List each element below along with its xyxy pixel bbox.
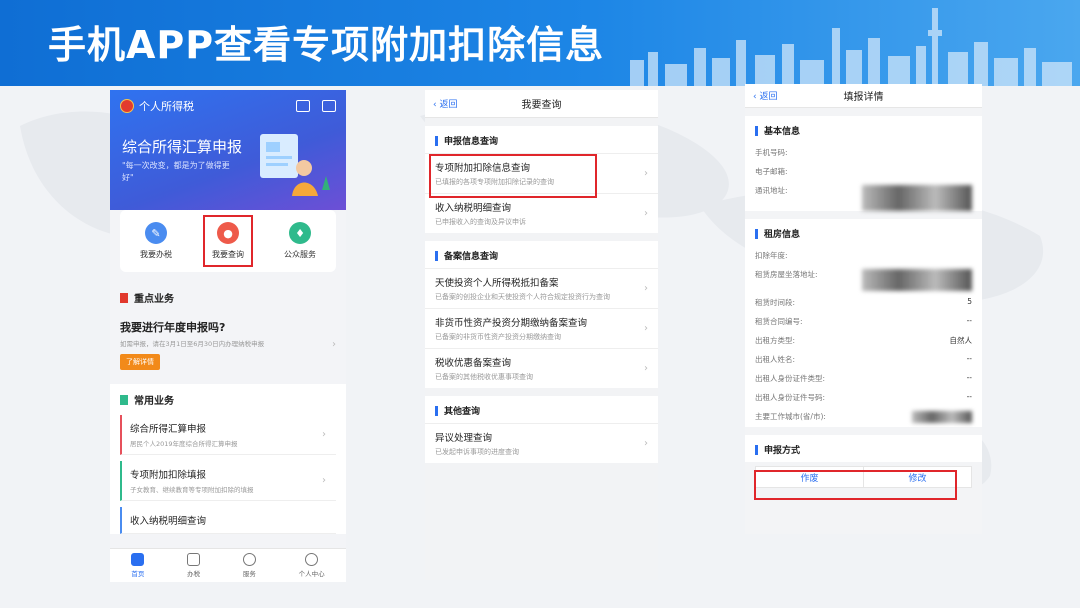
- hero-illustration: [260, 134, 330, 196]
- hero-title: 综合所得汇算申报: [122, 138, 243, 156]
- key-business-section: 重点业务 我要进行年度申报吗? 如需申报，请在3月1日至6月30日内办理纳税申报…: [110, 282, 346, 376]
- bottom-tab-bar: 首页 办税 服务 个人中心: [110, 548, 346, 582]
- query-item-tax-incentive[interactable]: 税收优惠备案查询 已备案的其他税收优惠事项查询 ›: [425, 348, 658, 388]
- key-desc: 如需申报，请在3月1日至6月30日内办理纳税申报: [120, 340, 265, 348]
- rent-info-header: 租房信息: [745, 219, 982, 246]
- bookmark-icon: [120, 292, 128, 303]
- field-row: 主要工作城市(省/市):: [745, 407, 982, 427]
- pen-icon: ✎: [145, 222, 167, 244]
- hero-subtitle: "每一次改变，都是为了做得更好": [122, 161, 230, 182]
- chevron-right-icon: ›: [644, 438, 648, 449]
- redacted-block: [912, 411, 972, 423]
- action-public-service[interactable]: ♦ 公众服务: [278, 218, 322, 264]
- field-address: 通讯地址:: [745, 181, 982, 211]
- page-title: 我要查询: [521, 100, 562, 111]
- chevron-right-icon: ›: [644, 208, 648, 219]
- scan-icon[interactable]: [296, 100, 310, 112]
- tab-profile[interactable]: 个人中心: [299, 549, 325, 582]
- highlight-box-method: [754, 470, 957, 500]
- field-row: 租赁合同编号: --: [745, 312, 982, 331]
- tab-tax[interactable]: 办税: [187, 549, 201, 582]
- page-title: 填报详情: [843, 92, 884, 103]
- list-item[interactable]: 综合所得汇算申报 居民个人2019年度综合所得汇算申报 ›: [120, 415, 336, 455]
- chevron-right-icon: ›: [644, 283, 648, 294]
- quick-actions-card: ✎ 我要办税 ● 我要查询 ♦ 公众服务: [120, 210, 336, 272]
- field-phone: 手机号码:: [745, 143, 982, 162]
- chevron-right-icon: ›: [644, 323, 648, 334]
- annual-declare-card[interactable]: 我要进行年度申报吗? 如需申报，请在3月1日至6月30日内办理纳税申报 了解详情…: [110, 313, 346, 376]
- redacted-block: [862, 185, 972, 211]
- app-name: 个人所得税: [139, 100, 194, 113]
- query-item-objection[interactable]: 异议处理查询 已发起申诉事项的进度查询 ›: [425, 423, 658, 463]
- field-row: 租赁房屋坐落地址:: [745, 265, 982, 293]
- group-header: 备案信息查询: [425, 241, 658, 268]
- tab-service[interactable]: 服务: [242, 549, 256, 582]
- chevron-right-icon: ›: [644, 363, 648, 374]
- title-banner: 手机APP查看专项附加扣除信息: [0, 0, 1080, 86]
- back-button[interactable]: ‹ 返回: [753, 89, 777, 102]
- key-section-title: 重点业务: [134, 294, 174, 305]
- query-item-nonmonetary[interactable]: 非货币性资产投资分期缴纳备案查询 已备案的非货币性资产投资分期缴纳查询 ›: [425, 308, 658, 348]
- field-row: 出租人身份证件号码: --: [745, 388, 982, 407]
- list-item[interactable]: 收入纳税明细查询: [120, 507, 336, 534]
- method-header: 申报方式: [745, 435, 982, 462]
- service-icon: ♦: [289, 222, 311, 244]
- field-row: 扣除年度:: [745, 246, 982, 265]
- learn-more-button[interactable]: 了解详情: [120, 354, 160, 370]
- home-icon: [131, 553, 145, 566]
- field-email: 电子邮箱:: [745, 162, 982, 181]
- action-query[interactable]: ● 我要查询: [203, 215, 253, 267]
- screenshot-home: 个人所得税 综合所得汇算申报 "每一次改变，都是为了做得更好" ✎ 我要办税 ●…: [110, 90, 346, 582]
- action-do-tax[interactable]: ✎ 我要办税: [134, 218, 178, 264]
- chevron-right-icon: ›: [322, 475, 326, 486]
- chevron-right-icon: ›: [332, 339, 336, 350]
- nav-bar: ‹ 返回 填报详情: [745, 84, 982, 108]
- screenshot-detail: ‹ 返回 填报详情 基本信息 手机号码: 电子邮箱: 通讯地址: 租房信息 扣除…: [745, 84, 982, 534]
- query-item-income[interactable]: 收入纳税明细查询 已申报收入的查询及异议申诉 ›: [425, 193, 658, 233]
- user-icon: [305, 553, 319, 566]
- redacted-block: [862, 269, 972, 291]
- common-business-section: 常用业务 综合所得汇算申报 居民个人2019年度综合所得汇算申报 › 专项附加扣除…: [110, 384, 346, 534]
- group-header: 其他查询: [425, 396, 658, 423]
- field-row: 出租人姓名: --: [745, 350, 982, 369]
- query-item-angel[interactable]: 天使投资个人所得税抵扣备案 已备案的创投企业和天使投资个人符合规定投资行为查询 ›: [425, 268, 658, 308]
- chevron-right-icon: ›: [322, 429, 326, 440]
- tax-emblem-icon: [120, 99, 134, 113]
- chevron-right-icon: ›: [644, 168, 648, 179]
- grid-icon: [120, 394, 128, 405]
- home-header: 个人所得税 综合所得汇算申报 "每一次改变，都是为了做得更好": [110, 90, 346, 210]
- highlight-box-special-deduction: [429, 154, 597, 198]
- field-row: 租赁时间段: 5: [745, 293, 982, 312]
- back-button[interactable]: ‹ 返回: [433, 97, 457, 110]
- document-icon: [187, 553, 201, 566]
- basic-info-header: 基本信息: [745, 116, 982, 143]
- list-item[interactable]: 专项附加扣除填报 子女教育、继续教育等专项附加扣除的填报 ›: [120, 461, 336, 501]
- tab-home[interactable]: 首页: [131, 549, 145, 582]
- slide-title: 手机APP查看专项附加扣除信息: [48, 23, 605, 67]
- nav-bar: ‹ 返回 我要查询: [425, 90, 658, 118]
- heart-icon: [242, 553, 256, 566]
- city-skyline-illustration: [630, 8, 1072, 86]
- message-icon[interactable]: [322, 100, 336, 112]
- key-title: 我要进行年度申报吗?: [120, 321, 226, 334]
- field-row: 出租人身份证件类型: --: [745, 369, 982, 388]
- common-section-title: 常用业务: [134, 396, 174, 407]
- search-icon: ●: [217, 222, 239, 244]
- field-row: 出租方类型: 自然人: [745, 331, 982, 350]
- group-header: 申报信息查询: [425, 126, 658, 153]
